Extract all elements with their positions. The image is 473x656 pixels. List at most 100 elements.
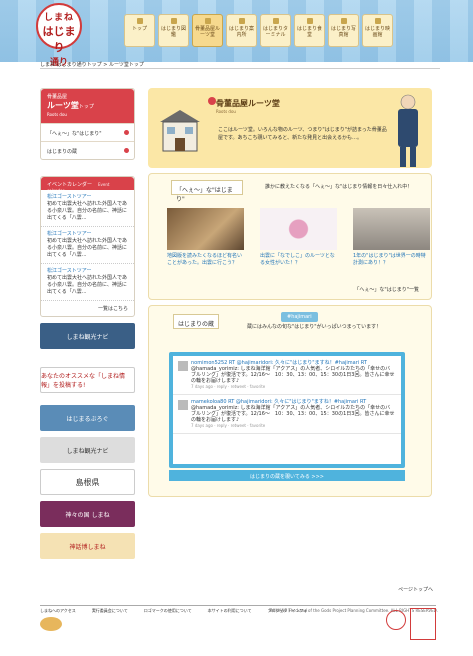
global-nav: トップ はじまり図鑑 骨董品屋ルーツ堂 はじまり案内所 はじまりターミナル はじ… <box>124 14 393 47</box>
sidebar-item-hee[interactable]: 「へぇ～」な"はじまり" <box>41 123 134 141</box>
home-icon <box>136 18 143 24</box>
nav-label: はじまり図鑑 <box>160 26 186 38</box>
banner-post[interactable]: あなたのオススメな「しまね情報」を投稿する! <box>40 367 135 393</box>
tweet-text: @hamada_yorimiz: しまね海洋館「アクアス」の人気者、シロイルカた… <box>191 405 395 423</box>
arrow-icon <box>124 148 129 153</box>
roots-intro-panel: 骨董品屋ルーツ堂 Roots dou ここはルーツ堂。いろんな物のルーツ、つまり… <box>148 88 432 168</box>
bowl-icon <box>306 18 313 24</box>
site-logo[interactable]: しまね はじまり 通り <box>36 3 82 68</box>
banner-pref[interactable]: 島根県 <box>40 469 135 495</box>
nav-item-rootsdou[interactable]: 骨董品屋ルーツ堂 <box>192 14 223 47</box>
card-image[interactable] <box>260 208 337 250</box>
calendar-more-link[interactable]: 一覧はこちら <box>41 301 134 316</box>
shop-icon <box>204 18 211 24</box>
info-icon <box>238 18 245 24</box>
hee-card[interactable]: 1年の"はじまり"は世界一の時特計測にあり！？ <box>353 208 430 267</box>
footer-link[interactable]: 本サイトの利用について <box>208 608 252 614</box>
logo-line1: しまね <box>43 13 74 23</box>
title-badge-icon <box>208 97 216 105</box>
nav-item-annai[interactable]: はじまり案内所 <box>226 14 257 47</box>
footer: しまねへのアクセス 実行委員会について ロゴマークの使用について 本サイトの利用… <box>40 605 438 614</box>
hee-list-link[interactable]: 「へぇ～」な"はじまり"一覧 <box>354 286 419 293</box>
avatar <box>178 361 188 371</box>
event-item[interactable]: 松江ゴーストツアー 初めて出雲大社へ訪れた外国人である小泉八雲。自分の名前に、神話… <box>41 264 134 301</box>
sidebar-item-label: 「へぇ～」な"はじまり" <box>47 131 102 137</box>
nav-label: トップ <box>131 26 147 32</box>
page-title-en: Roots dou <box>216 109 236 114</box>
tweet: mamekoloa80 RT @hajimaridori: 久々に"はじまり"ま… <box>173 395 401 434</box>
kura-intro: 蔵にはみんなの旬な"はじまり"がいっぱいつまっています！ <box>247 324 382 330</box>
page-description: ここはルーツ堂。いろんな物のルーツ、つまり"はじまり"が詰まった骨董品屋です。あ… <box>218 127 387 141</box>
page-title: 骨董品屋ルーツ堂 <box>216 99 280 108</box>
nav-item-zukan[interactable]: はじまり図鑑 <box>158 14 189 47</box>
card-caption[interactable]: 1年の"はじまり"は世界一の時特計測にあり！？ <box>353 253 430 267</box>
nav-item-shashinkan[interactable]: はじまり写真館 <box>328 14 359 47</box>
event-item[interactable]: 松江ゴーストツアー 初めて出雲大社へ訪れた外国人である小泉八雲。自分の名前に、神話… <box>41 227 134 264</box>
event-text: 初めて出雲大社へ訪れた外国人である小泉八雲。自分の名前に、神話に出てくる「八雲.… <box>47 275 127 295</box>
page-top-link[interactable]: ページトップへ <box>398 586 433 593</box>
hee-card[interactable]: 出雲に「なでしこ」のルーツとなる女性がいた！？ <box>260 208 337 267</box>
hee-cards: 地図版を読みたくなるほど有名いことがあった。出雲に行こう？ 出雲に「なでしこ」の… <box>167 208 430 267</box>
sidebar-item-kura[interactable]: はじまりの蔵 <box>41 141 134 159</box>
card-image[interactable] <box>167 208 244 250</box>
tweet: nomimon5252 RT @hajimaridori: 久々に"はじまり"ま… <box>173 356 401 395</box>
nav-item-shokudo[interactable]: はじまり食堂 <box>294 14 325 47</box>
card-caption[interactable]: 出雲に「なでしこ」のルーツとなる女性がいた！？ <box>260 253 337 267</box>
tweet-feed[interactable]: nomimon5252 RT @hajimaridori: 久々に"はじまり"ま… <box>169 352 405 468</box>
sidebar: 骨董品屋 ルーツ堂トップ Roots dou 「へぇ～」な"はじまり" はじまり… <box>40 88 135 559</box>
footer-link[interactable]: しまねへのアクセス <box>40 608 76 614</box>
section-tag-kura: はじまりの蔵 <box>173 314 219 329</box>
kura-view-button[interactable]: はじまりの蔵を覗いてみる >>> <box>169 470 405 481</box>
banner-blog[interactable]: はじまるぶろぐ <box>40 405 135 431</box>
roots-en: Roots dou <box>47 112 67 117</box>
bus-icon <box>272 18 279 24</box>
hee-question: 誰かに教えたくなる「へぇ～」な"はじまり情報を日々仕入れ中！ <box>265 184 413 190</box>
card-caption[interactable]: 地図版を読みたくなるほど有名いことがあった。出雲に行こう？ <box>167 253 244 267</box>
hashtag-badge: #hajimari <box>281 312 318 322</box>
kura-section: はじまりの蔵 #hajimari 蔵にはみんなの旬な"はじまり"がいっぱいつまっ… <box>148 305 432 497</box>
roots-menu: 骨董品屋 ルーツ堂トップ Roots dou 「へぇ～」な"はじまり" はじまり… <box>40 88 135 160</box>
roots-title-suffix: トップ <box>78 104 94 110</box>
breadcrumb: しまね はじまり通りトップ > ルーツ堂トップ <box>40 61 144 68</box>
roots-title: ルーツ堂トップ <box>47 100 128 111</box>
banner-kamigami[interactable]: 神々の国 しまね <box>40 501 135 527</box>
footer-link[interactable]: 実行委員会について <box>92 608 128 614</box>
camera-icon <box>340 18 347 24</box>
banner-shinwahaku[interactable]: 神話博しまね <box>40 533 135 559</box>
nav-label: はじまり案内所 <box>228 26 254 38</box>
section-tag-hee: 「へぇ～」な"はじまり" <box>171 180 243 203</box>
event-item[interactable]: 松江ゴーストツアー 初めて出雲大社へ訪れた外国人である小泉八雲。自分の名前に、神話… <box>41 190 134 227</box>
banner-navi[interactable]: しまね観光ナビ <box>40 323 135 349</box>
hee-section: 「へぇ～」な"はじまり" 誰かに教えたくなる「へぇ～」な"はじまり情報を日々仕入… <box>148 173 432 300</box>
mascot-logo <box>40 617 62 631</box>
banner-navi-2[interactable]: しまね観光ナビ <box>40 437 135 463</box>
nav-label: はじまり映画館 <box>364 26 390 38</box>
tweet-text: @hamada_yorimiz: しまね海洋館「アクアス」の人気者、シロイルカた… <box>191 366 395 384</box>
film-icon <box>374 18 381 24</box>
roots-kicker: 骨董品屋 <box>47 94 68 100</box>
nav-item-eigakan[interactable]: はじまり映画館 <box>362 14 393 47</box>
event-title[interactable]: 松江ゴーストツアー <box>47 194 128 201</box>
event-title[interactable]: 松江ゴーストツアー <box>47 268 128 275</box>
logo-line2: はじまり <box>42 25 76 54</box>
tweet-meta[interactable]: 7 days ago · reply · retweet · favorite <box>191 384 265 389</box>
event-text: 初めて出雲大社へ訪れた外国人である小泉八雲。自分の名前に、神話に出てくる「八雲.… <box>47 201 127 221</box>
nav-label: はじまり写真館 <box>330 26 356 38</box>
shop-illustration <box>160 110 200 152</box>
stamp-logo <box>410 608 436 640</box>
main-content: 骨董品屋ルーツ堂 Roots dou ここはルーツ堂。いろんな物のルーツ、つまり… <box>148 88 432 497</box>
nav-item-top[interactable]: トップ <box>124 14 155 47</box>
nav-item-terminal[interactable]: はじまりターミナル <box>260 14 291 47</box>
footer-link[interactable]: ロゴマークの使用について <box>144 608 192 614</box>
tweet-meta[interactable]: 7 days ago · reply · retweet · favorite <box>191 423 265 428</box>
event-title[interactable]: 松江ゴーストツアー <box>47 231 128 238</box>
nav-label: はじまり食堂 <box>296 26 322 38</box>
hee-card[interactable]: 地図版を読みたくなるほど有名いことがあった。出雲に行こう？ <box>167 208 244 267</box>
book-icon <box>170 18 177 24</box>
roots-menu-head[interactable]: 骨董品屋 ルーツ堂トップ Roots dou <box>41 89 134 123</box>
event-text: 初めて出雲大社へ訪れた外国人である小泉八雲。自分の名前に、神話に出てくる「八雲.… <box>47 238 127 258</box>
card-image[interactable] <box>353 208 430 250</box>
arrow-icon <box>124 130 129 135</box>
roots-title-text: ルーツ堂 <box>47 101 79 110</box>
nav-label: はじまりターミナル <box>262 26 288 38</box>
